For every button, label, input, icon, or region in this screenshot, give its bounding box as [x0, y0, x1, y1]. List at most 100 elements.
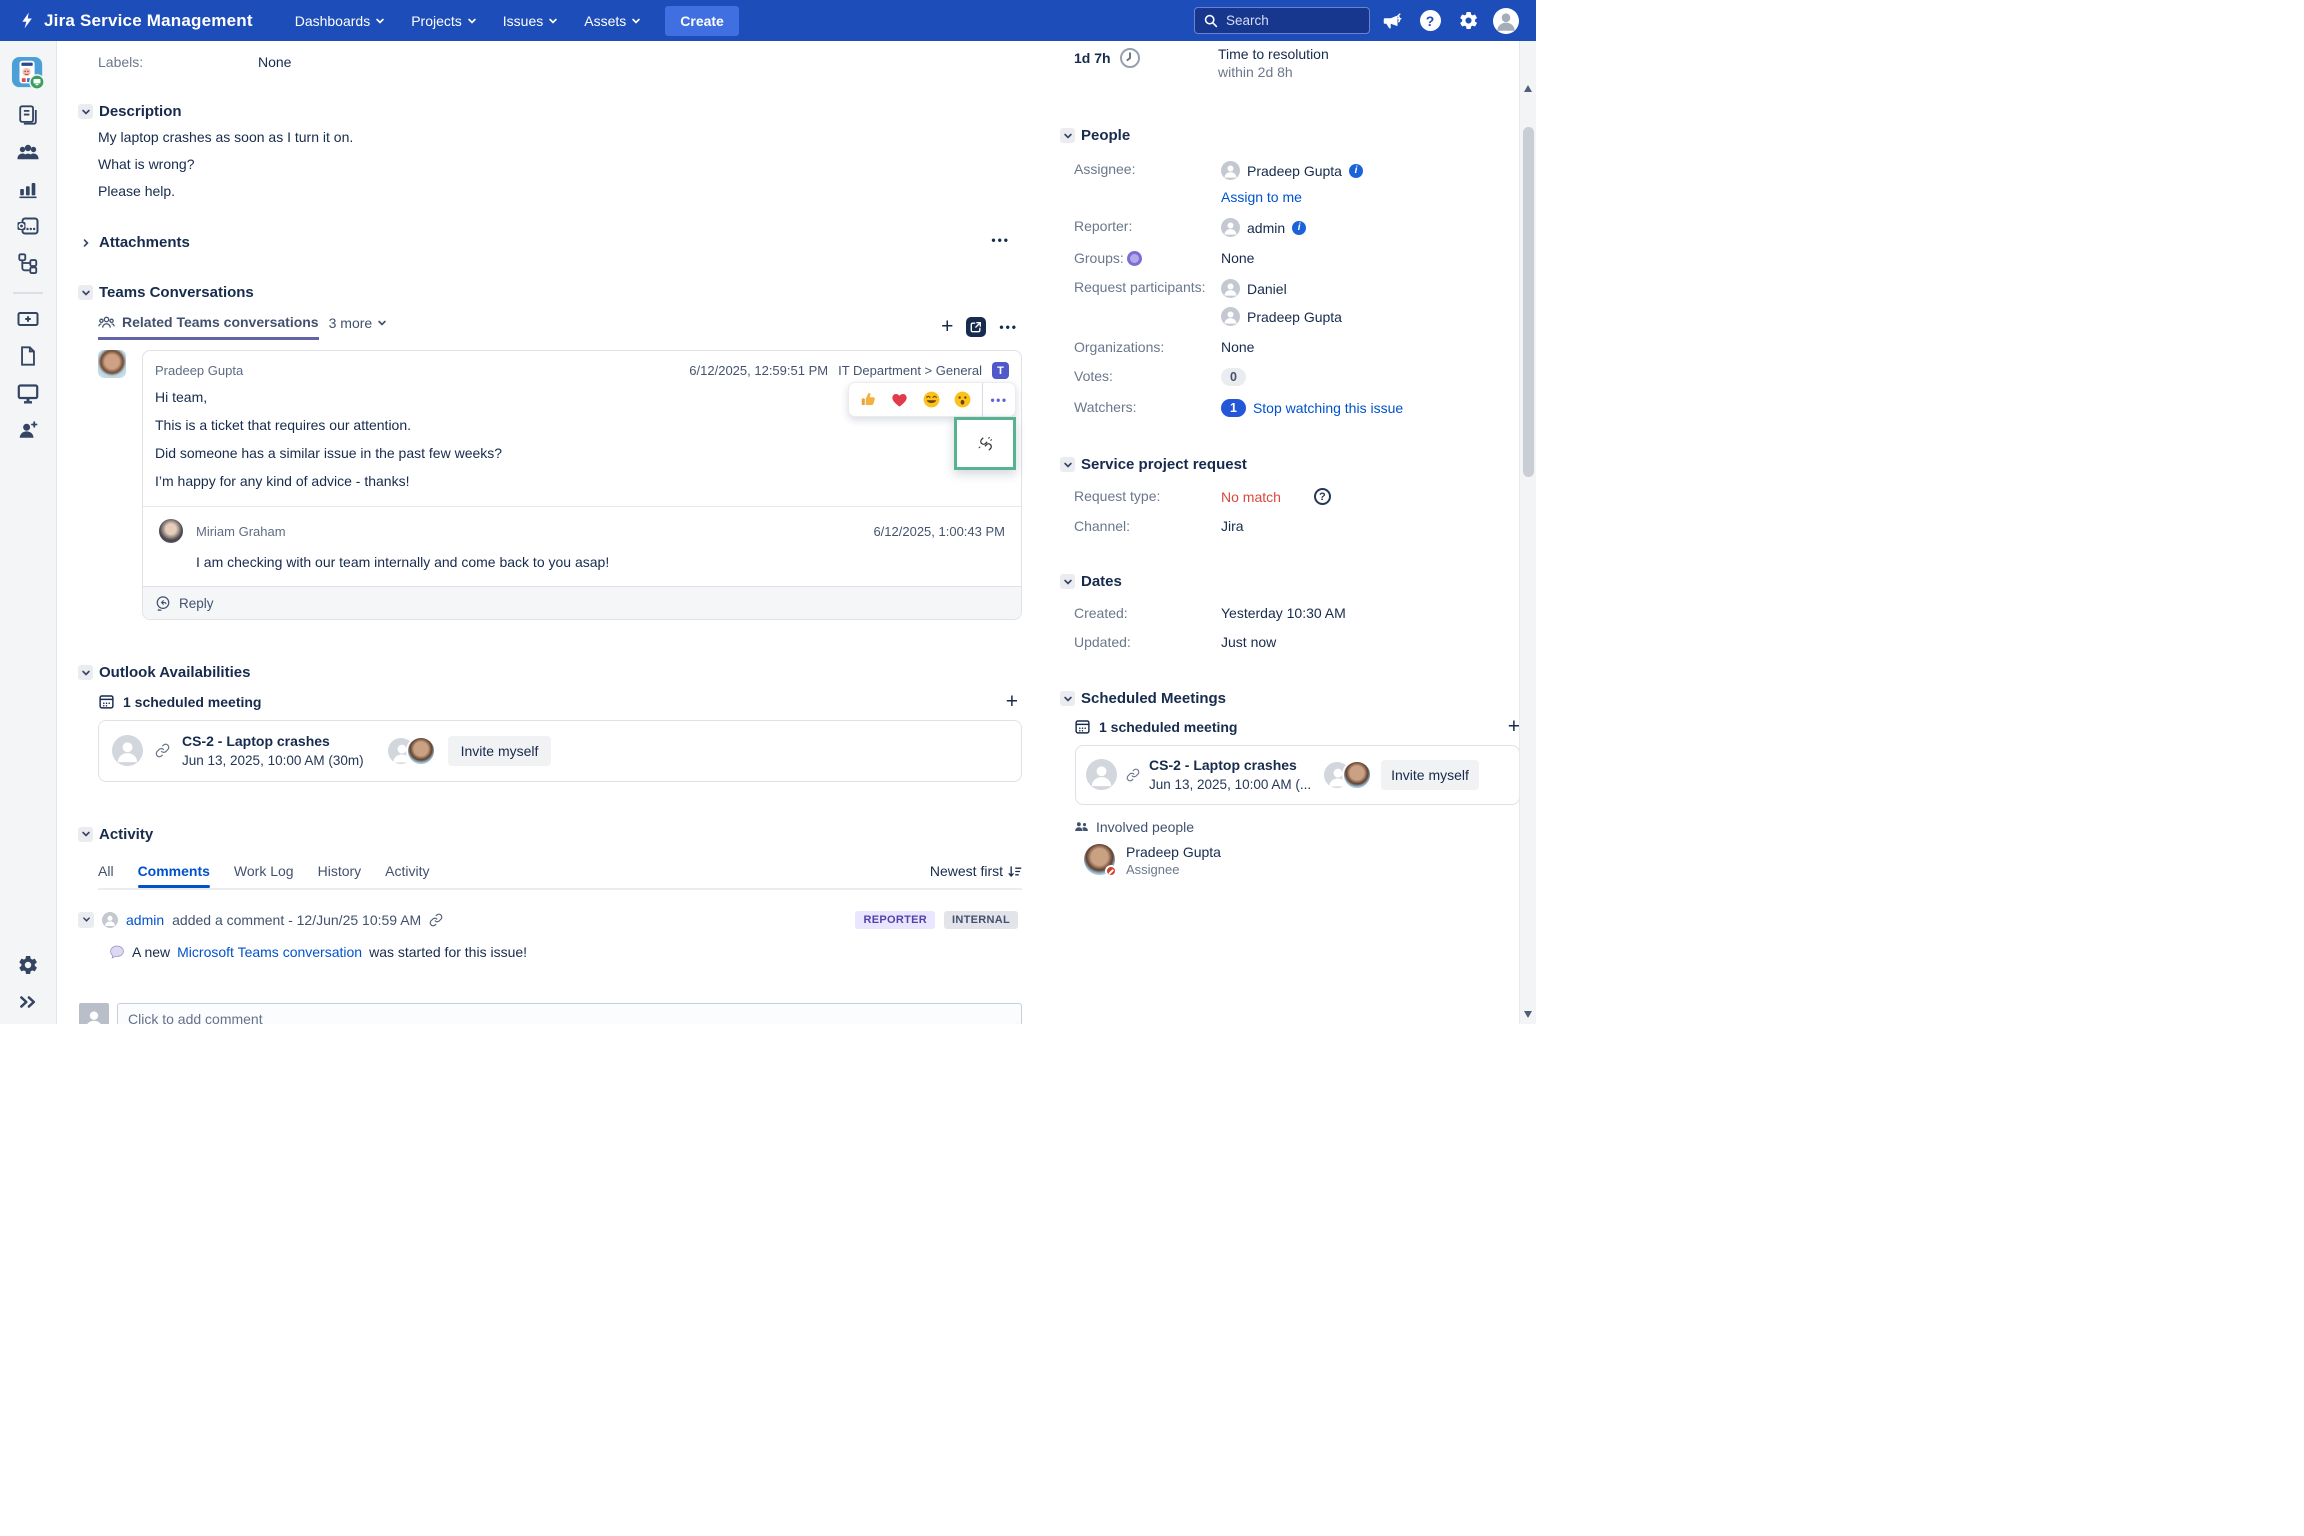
request-type-help-icon[interactable]: ?: [1314, 488, 1331, 505]
votes-count-badge[interactable]: 0: [1221, 368, 1246, 386]
scheduled-meetings-section: Scheduled Meetings 1 scheduled meeting +…: [1074, 690, 1520, 877]
add-comment-input[interactable]: [117, 1003, 1022, 1024]
do-not-disturb-status-icon: [1105, 865, 1117, 877]
scroll-up-arrow-icon[interactable]: [1524, 85, 1532, 92]
created-field: Created: Yesterday 10:30 AM: [1074, 605, 1520, 621]
description-line: What is wrong?: [98, 154, 1022, 174]
scheduled-meetings-collapse-chevron[interactable]: [1060, 691, 1075, 706]
unlink-icon: [977, 435, 994, 452]
teams-conversations-collapse-chevron[interactable]: [78, 285, 93, 300]
channel-label: Channel:: [1074, 518, 1221, 534]
people-collapse-chevron[interactable]: [1060, 128, 1075, 143]
info-icon[interactable]: i: [1349, 164, 1363, 178]
unlink-conversation-menu-item[interactable]: [954, 417, 1016, 470]
conversation-more-icon[interactable]: •••: [999, 321, 1018, 333]
dates-collapse-chevron[interactable]: [1060, 574, 1075, 589]
sidebar-add-card-icon[interactable]: [15, 307, 41, 331]
global-search[interactable]: [1194, 7, 1370, 34]
sidebar-settings-gear-icon[interactable]: [15, 953, 41, 977]
info-icon[interactable]: i: [1292, 221, 1306, 235]
meeting-link-icon: [1126, 768, 1140, 782]
sidebar-expand-icon[interactable]: [15, 990, 41, 1014]
scroll-down-arrow-icon[interactable]: [1524, 1011, 1532, 1018]
reaction-more-icon[interactable]: •••: [990, 393, 1007, 407]
nav-assets-menu[interactable]: Assets: [574, 5, 651, 37]
involved-person-name[interactable]: Pradeep Gupta: [1126, 843, 1221, 862]
stop-watching-link[interactable]: Stop watching this issue: [1253, 400, 1403, 416]
create-button[interactable]: Create: [665, 6, 739, 36]
reporter-name[interactable]: admin: [1247, 220, 1285, 236]
reporter-badge: REPORTER: [855, 911, 935, 929]
vertical-scrollbar[interactable]: [1519, 41, 1536, 1024]
meeting-card[interactable]: CS-2 - Laptop crashes Jun 13, 2025, 10:0…: [98, 720, 1022, 782]
sidebar-outlook-calendar-icon[interactable]: [15, 214, 41, 238]
description-collapse-chevron[interactable]: [78, 104, 93, 119]
attachments-section: Attachments •••: [98, 234, 1022, 251]
scheduled-meeting-card[interactable]: CS-2 - Laptop crashes Jun 13, 2025, 10:0…: [1075, 745, 1520, 805]
tab-history[interactable]: History: [318, 863, 362, 888]
assign-to-me-link[interactable]: Assign to me: [1221, 189, 1302, 205]
heart-reaction-icon[interactable]: [888, 388, 912, 412]
project-avatar-remote-support-app[interactable]: [11, 56, 45, 90]
watchers-count-badge[interactable]: 1: [1221, 399, 1246, 417]
labels-value[interactable]: None: [258, 54, 291, 70]
laughing-reaction-icon[interactable]: [919, 388, 943, 412]
open-in-teams-icon[interactable]: [966, 317, 986, 337]
nav-issues-menu[interactable]: Issues: [493, 5, 568, 37]
nav-projects-label: Projects: [411, 13, 462, 29]
meeting-title[interactable]: CS-2 - Laptop crashes: [1149, 755, 1311, 775]
current-user-avatar: [79, 1003, 109, 1024]
settings-button[interactable]: [1452, 5, 1484, 37]
teams-conversation-link[interactable]: Microsoft Teams conversation: [177, 942, 362, 962]
sidebar-customers-icon[interactable]: [15, 140, 41, 164]
outlook-collapse-chevron[interactable]: [78, 665, 93, 680]
reporter-label: Reporter:: [1074, 218, 1221, 234]
more-tabs-dropdown[interactable]: 3 more: [329, 315, 388, 340]
meeting-title[interactable]: CS-2 - Laptop crashes: [182, 731, 364, 751]
sidebar-monitor-icon[interactable]: [15, 381, 41, 405]
service-request-collapse-chevron[interactable]: [1060, 457, 1075, 472]
invite-myself-button[interactable]: Invite myself: [1381, 760, 1479, 790]
comment-author-link[interactable]: admin: [126, 912, 164, 928]
nav-projects-menu[interactable]: Projects: [401, 5, 487, 37]
nav-dashboards-menu[interactable]: Dashboards: [285, 5, 396, 37]
description-line: My laptop crashes as soon as I turn it o…: [98, 127, 1022, 147]
sidebar-add-person-icon[interactable]: [15, 418, 41, 442]
sort-descending-icon: [1007, 864, 1022, 879]
announcements-button[interactable]: [1376, 5, 1408, 37]
add-conversation-icon[interactable]: +: [941, 316, 953, 337]
comment-collapse-chevron[interactable]: [78, 912, 94, 928]
user-profile-button[interactable]: [1490, 5, 1522, 37]
tab-related-teams-conversations[interactable]: Related Teams conversations: [98, 314, 319, 340]
reply-button[interactable]: Reply: [143, 586, 1021, 619]
comment-permalink-icon[interactable]: [429, 913, 443, 927]
tabs-divider: [98, 888, 1022, 890]
description-line: Please help.: [98, 181, 1022, 201]
tab-work-log[interactable]: Work Log: [234, 863, 294, 888]
attachments-more-icon[interactable]: •••: [991, 234, 1010, 246]
sidebar-asset-tree-icon[interactable]: [15, 251, 41, 275]
attachments-expand-chevron[interactable]: [78, 235, 93, 250]
tab-all[interactable]: All: [98, 863, 114, 888]
sidebar-reports-icon[interactable]: [15, 177, 41, 201]
tab-activity[interactable]: Activity: [385, 863, 429, 888]
participant-daniel[interactable]: Daniel: [1221, 279, 1342, 298]
app-home-link[interactable]: Jira Service Management: [18, 11, 253, 31]
assignee-name[interactable]: Pradeep Gupta: [1247, 163, 1342, 179]
surprised-reaction-icon[interactable]: [951, 388, 975, 412]
help-button[interactable]: ?: [1414, 5, 1446, 37]
organizations-label: Organizations:: [1074, 339, 1221, 355]
search-input[interactable]: [1226, 13, 1360, 28]
chevron-down-icon: [548, 16, 558, 26]
thumbs-up-reaction-icon[interactable]: [856, 388, 880, 412]
tab-comments[interactable]: Comments: [138, 863, 210, 888]
sidebar-queues-icon[interactable]: [15, 103, 41, 127]
dates-section: Dates Created: Yesterday 10:30 AM Update…: [1074, 573, 1520, 650]
sidebar-document-icon[interactable]: [15, 344, 41, 368]
participant-pradeep[interactable]: Pradeep Gupta: [1221, 307, 1342, 326]
activity-collapse-chevron[interactable]: [78, 827, 93, 842]
add-meeting-icon[interactable]: +: [1006, 691, 1018, 712]
sort-order-button[interactable]: Newest first: [930, 863, 1022, 887]
invite-myself-button[interactable]: Invite myself: [448, 736, 552, 766]
scrollbar-thumb[interactable]: [1523, 127, 1534, 477]
